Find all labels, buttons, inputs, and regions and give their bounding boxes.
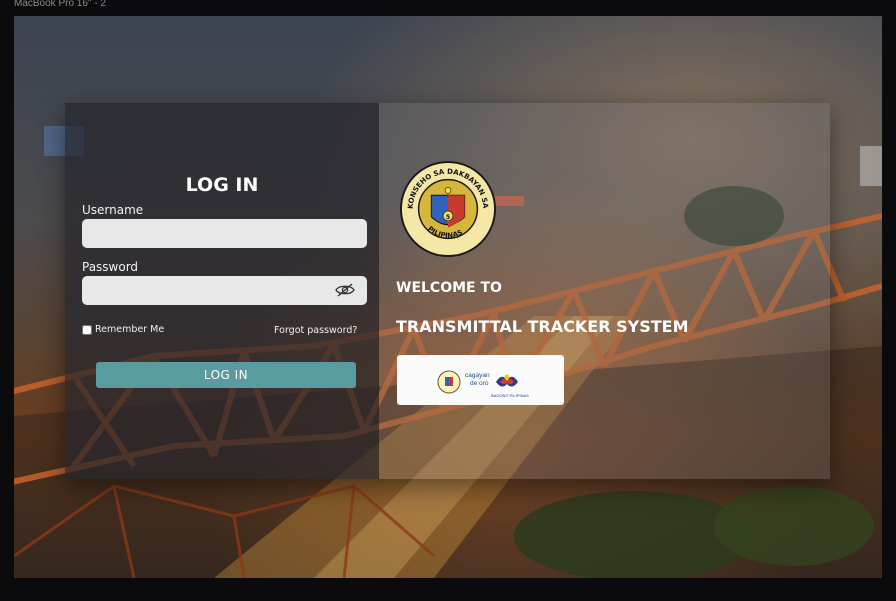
bagong-pilipinas-text: BAGONG PILIPINAS bbox=[491, 393, 529, 398]
system-title: TRANSMITTAL TRACKER SYSTEM bbox=[396, 317, 689, 336]
frame-label: MacBook Pro 16" - 2 bbox=[14, 0, 106, 9]
bagong-pilipinas-logo-icon bbox=[496, 374, 518, 387]
username-label: Username bbox=[82, 203, 144, 217]
welcome-heading: WELCOME TO bbox=[396, 280, 502, 296]
city-wordmark-line1: cagayan bbox=[465, 372, 490, 379]
seal-number: 5 bbox=[446, 213, 450, 221]
city-wordmark-line2: de oro bbox=[470, 380, 489, 387]
login-card: LOG IN Username Password Remember Me For… bbox=[65, 103, 830, 479]
forgot-password-link[interactable]: Forgot password? bbox=[274, 325, 357, 336]
remember-me[interactable]: Remember Me bbox=[82, 324, 164, 335]
login-title: LOG IN bbox=[185, 174, 259, 196]
login-panel: LOG IN Username Password Remember Me For… bbox=[65, 103, 379, 479]
city-council-seal-icon: KONSEHO SA DAKBAYAN SA CAGAYAN DE ORO PI… bbox=[399, 160, 497, 258]
city-seal-icon bbox=[437, 370, 461, 394]
remember-me-checkbox[interactable] bbox=[82, 324, 92, 335]
username-input[interactable] bbox=[82, 219, 367, 248]
password-input[interactable] bbox=[82, 276, 367, 305]
partner-logos-banner: cagayan de oro BAGONG PILIPINAS bbox=[397, 355, 564, 405]
password-label: Password bbox=[82, 260, 139, 274]
welcome-panel: KONSEHO SA DAKBAYAN SA CAGAYAN DE ORO PI… bbox=[379, 103, 830, 479]
remember-me-label: Remember Me bbox=[95, 324, 165, 335]
background-photo: LOG IN Username Password Remember Me For… bbox=[14, 16, 882, 578]
eye-off-icon[interactable] bbox=[335, 283, 355, 297]
login-button[interactable]: LOG IN bbox=[96, 362, 356, 388]
